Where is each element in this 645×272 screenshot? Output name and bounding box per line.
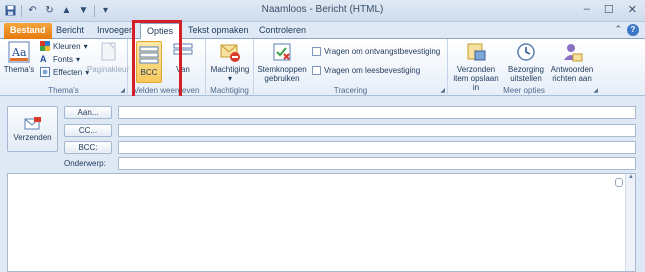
svg-text:Aa: Aa: [11, 46, 27, 59]
permission-button[interactable]: Machtiging ▾: [209, 41, 251, 83]
send-label: Verzenden: [13, 132, 52, 142]
group-themes: Aa Thema's Kleuren ▾ A Fonts ▾ Effecten ▾ P…: [0, 39, 130, 96]
tab-message[interactable]: Bericht: [50, 23, 90, 39]
colors-button[interactable]: Kleuren ▾: [40, 41, 88, 51]
effects-icon: [40, 67, 50, 77]
group-tracking-label: Tracering: [333, 86, 368, 95]
tab-options[interactable]: Opties: [140, 23, 181, 39]
maximize-icon[interactable]: ☐: [604, 3, 614, 16]
themes-launcher-icon[interactable]: ◢: [120, 87, 125, 94]
close-icon[interactable]: ✕: [628, 3, 637, 16]
send-icon: [24, 116, 42, 133]
window-title: Naamloos - Bericht (HTML): [261, 4, 384, 15]
ribbon-tabs: Bestand Bericht Invoegen Opties Tekst op…: [0, 22, 645, 39]
themes-icon: Aa: [8, 41, 30, 63]
more-options-launcher-icon[interactable]: ◢: [593, 87, 598, 94]
delivery-receipt-label: Vragen om leesbevestiging: [324, 66, 421, 75]
ribbon-right-controls: ⌃ ?: [614, 24, 639, 36]
title-bar: ↶ ↻ ▲ ▼ ▾ Naamloos - Bericht (HTML) – ☐ …: [0, 0, 645, 22]
voting-label: Stemknoppen gebruiken: [257, 65, 307, 83]
cc-button[interactable]: CC...: [64, 124, 112, 137]
colors-label: Kleuren: [53, 41, 81, 51]
permission-label: Machtiging: [210, 65, 250, 74]
page-color-icon: [97, 41, 119, 63]
direct-replies-label: Antwoorden richten aan: [550, 65, 594, 83]
group-more-options-label: Meer opties: [503, 86, 545, 95]
message-body[interactable]: ▲: [7, 173, 636, 272]
tab-review[interactable]: Controleren: [253, 23, 312, 39]
fonts-icon: A: [40, 54, 47, 64]
themes-button[interactable]: Aa Thema's: [4, 41, 34, 74]
delay-delivery-icon: [515, 41, 537, 63]
subject-label: Onderwerp:: [64, 159, 106, 168]
themes-label: Thema's: [3, 65, 35, 74]
delay-delivery-button[interactable]: Bezorging uitstellen: [506, 41, 546, 83]
direct-replies-button[interactable]: Antwoorden richten aan: [548, 41, 596, 83]
bcc-field[interactable]: [118, 141, 636, 154]
from-icon: [172, 41, 194, 63]
subject-field[interactable]: [118, 157, 636, 170]
fonts-button[interactable]: A Fonts ▾: [40, 54, 80, 64]
tab-file[interactable]: Bestand: [4, 23, 52, 39]
delay-label: Bezorging uitstellen: [507, 65, 545, 83]
direct-replies-icon: [561, 41, 583, 63]
page-color-label: Paginakleur: [86, 65, 130, 74]
to-button[interactable]: Aan...: [64, 106, 112, 119]
smart-tag-icon: [615, 178, 623, 187]
window-controls: – ☐ ✕: [584, 3, 637, 16]
page-color-button[interactable]: Paginakleur: [86, 41, 130, 74]
scroll-up-icon[interactable]: ▲: [626, 174, 636, 182]
group-show-fields: BCC Van Velden weergeven: [128, 39, 206, 96]
bcc-button[interactable]: BCC: [136, 41, 162, 83]
compose-area: Verzenden Aan... CC... BCC: Onderwerp: ▲: [0, 96, 645, 272]
delivery-receipt-checkbox[interactable]: Vragen om leesbevestiging: [312, 66, 420, 75]
group-show-fields-label: Velden weergeven: [133, 86, 200, 95]
read-receipt-label: Vragen om ontvangstbevestiging: [324, 47, 441, 56]
bcc-icon: [138, 44, 160, 66]
from-label: Van: [176, 65, 190, 74]
read-receipt-checkbox[interactable]: Vragen om ontvangstbevestiging: [312, 47, 440, 56]
group-permission: Machtiging ▾ Machtiging: [206, 39, 254, 96]
to-field[interactable]: [118, 106, 636, 119]
effects-label: Effecten: [53, 67, 83, 77]
body-scrollbar[interactable]: ▲: [625, 174, 635, 271]
from-button[interactable]: Van: [170, 41, 196, 74]
voting-icon: [271, 41, 293, 63]
tab-insert[interactable]: Invoegen: [91, 23, 140, 39]
group-permission-label: Machtiging: [210, 86, 249, 95]
colors-icon: [40, 41, 50, 51]
bcc-label: BCC: [140, 68, 158, 77]
save-sent-item-button[interactable]: Verzonden item opslaan in: [450, 41, 502, 92]
checkbox-icon: [312, 47, 321, 56]
ribbon: Aa Thema's Kleuren ▾ A Fonts ▾ Effecten ▾ P…: [0, 39, 645, 96]
group-more-options: Verzonden item opslaan in Bezorging uits…: [448, 39, 600, 96]
cc-field[interactable]: [118, 124, 636, 137]
fonts-label: Fonts: [53, 54, 74, 64]
tracking-launcher-icon[interactable]: ◢: [440, 87, 445, 94]
permission-icon: [219, 41, 241, 63]
save-sent-icon: [465, 41, 487, 63]
checkbox-icon: [312, 66, 321, 75]
group-tracking: Stemknoppen gebruiken Vragen om ontvangs…: [254, 39, 448, 96]
voting-buttons-button[interactable]: Stemknoppen gebruiken: [257, 41, 307, 83]
send-button[interactable]: Verzenden: [7, 106, 58, 152]
minimize-icon[interactable]: –: [584, 3, 590, 16]
effects-button[interactable]: Effecten ▾: [40, 67, 89, 77]
bcc-field-button[interactable]: BCC:: [64, 141, 112, 154]
collapse-ribbon-icon[interactable]: ⌃: [614, 24, 622, 36]
tab-format-text[interactable]: Tekst opmaken: [182, 23, 255, 39]
help-icon[interactable]: ?: [627, 24, 639, 36]
group-themes-label: Thema's: [48, 86, 79, 95]
